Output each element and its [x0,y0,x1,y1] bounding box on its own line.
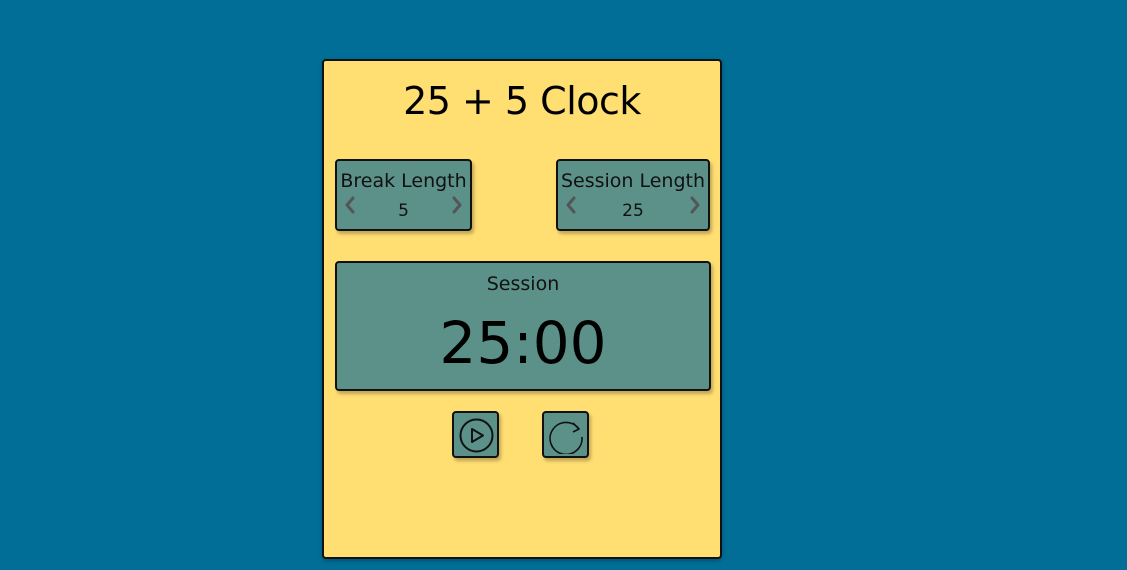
time-left-display: 25:00 [439,309,607,377]
timer-panel: Session 25:00 [335,261,711,391]
start-stop-button[interactable] [452,411,499,458]
play-circle-icon [459,418,494,453]
session-increment-chevron-right-icon[interactable] [686,194,704,216]
break-length-label: Break Length [340,170,467,192]
reset-button[interactable] [542,411,589,458]
session-length-label: Session Length [560,170,706,192]
app-title: 25 + 5 Clock [403,79,641,123]
clock-card: 25 + 5 Clock Break Length 5 Session Leng… [322,59,722,559]
session-length-panel: Session Length 25 [556,159,710,231]
refresh-icon [549,421,583,454]
break-increment-chevron-right-icon[interactable] [448,194,466,216]
timer-label: Session [486,273,560,295]
break-length-panel: Break Length 5 [335,159,472,231]
